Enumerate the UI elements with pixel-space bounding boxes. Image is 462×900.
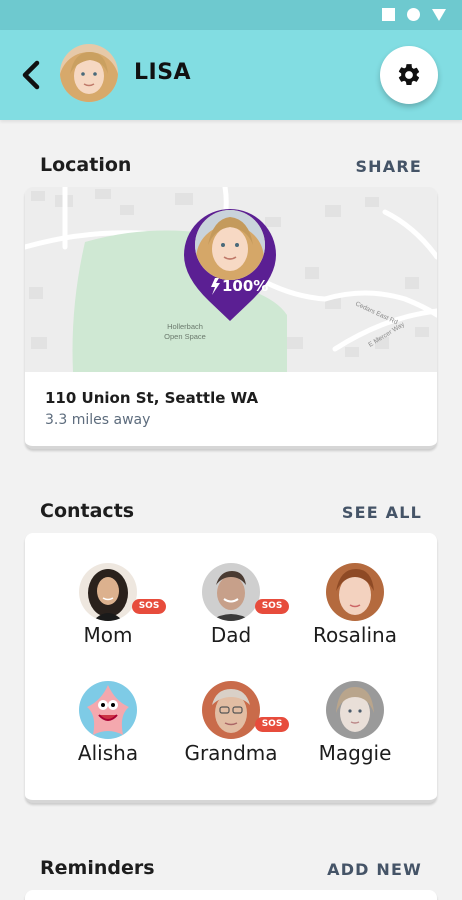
contact-name: Alisha [77, 741, 139, 765]
avatar [79, 681, 137, 739]
contact-name: Dad [210, 623, 252, 647]
contact-dad[interactable]: SOS Dad [161, 563, 301, 647]
address-text: 110 Union St, Seattle WA [45, 389, 259, 407]
share-button[interactable]: SHARE [355, 157, 422, 176]
avatar [326, 681, 384, 739]
avatar [202, 563, 260, 621]
reminders-heading: Reminders [40, 857, 155, 879]
app-bar: LISA [0, 30, 462, 120]
contact-maggie[interactable]: Maggie [285, 681, 425, 765]
battery-level: 100% [222, 277, 268, 295]
contact-name: Mom [83, 623, 133, 647]
contacts-heading: Contacts [40, 500, 135, 522]
home-icon [407, 8, 420, 21]
avatar [326, 563, 384, 621]
sos-badge: SOS [255, 599, 289, 614]
contact-grandma[interactable]: SOS Grandma [161, 681, 301, 765]
system-nav-icons [382, 8, 446, 21]
contact-alisha[interactable]: Alisha [38, 681, 178, 765]
location-map[interactable]: Hollerbach Open Space Cedars East Rd E M… [25, 187, 437, 372]
sos-badge: SOS [255, 717, 289, 732]
settings-button[interactable] [380, 46, 438, 104]
location-heading: Location [40, 154, 132, 176]
profile-avatar[interactable] [60, 44, 118, 102]
contact-rosalina[interactable]: Rosalina [285, 563, 425, 647]
avatar [202, 681, 260, 739]
contact-name: Maggie [318, 741, 392, 765]
child-name: LISA [134, 60, 192, 85]
back-triangle-icon [432, 8, 446, 21]
svg-text:Hollerbach: Hollerbach [167, 322, 203, 331]
status-bar [0, 0, 462, 30]
contact-name: Rosalina [313, 623, 397, 647]
avatar [79, 563, 137, 621]
contact-mom[interactable]: SOS Mom [38, 563, 178, 647]
gear-icon [398, 64, 420, 85]
svg-text:Open Space: Open Space [164, 332, 206, 341]
reminders-card [25, 890, 437, 900]
distance-text: 3.3 miles away [45, 412, 151, 428]
add-new-button[interactable]: ADD NEW [327, 860, 422, 879]
back-button[interactable] [16, 58, 46, 92]
location-card[interactable]: Hollerbach Open Space Cedars East Rd E M… [25, 187, 437, 449]
recent-apps-icon [382, 8, 395, 21]
see-all-button[interactable]: SEE ALL [342, 503, 422, 522]
contact-name: Grandma [184, 741, 278, 765]
contacts-card: SOS Mom SOS Dad Rosalina Alisha SOS Gran… [25, 533, 437, 803]
back-arrow-icon [22, 60, 40, 90]
